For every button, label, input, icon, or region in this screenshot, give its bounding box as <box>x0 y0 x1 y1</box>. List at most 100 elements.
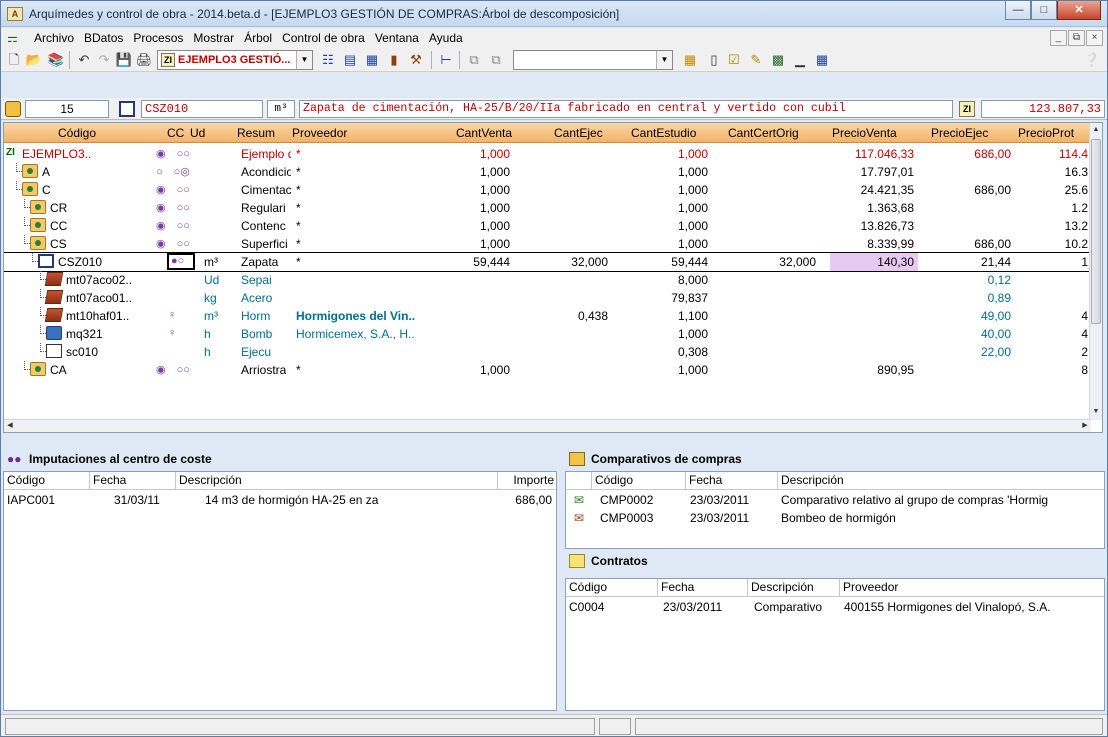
col-proveedor[interactable]: Proveedor <box>292 126 347 140</box>
table-row[interactable]: mt07aco02.. Ud Sepai 8,000 0,12 <box>4 271 1091 289</box>
highlight-icon[interactable]: ▦ <box>681 51 699 69</box>
open-folder-icon[interactable]: 📂 <box>25 51 43 69</box>
col-cantejec[interactable]: CantEjec <box>554 126 603 140</box>
material-icon[interactable] <box>44 308 64 322</box>
comparativos-table[interactable]: Código Fecha Descripción ✉ CMP0002 23/03… <box>565 471 1105 549</box>
menu-procesos[interactable]: Procesos <box>128 31 188 45</box>
close-button[interactable]: ✕ <box>1057 1 1101 20</box>
col-precioprot[interactable]: PrecioProt <box>1018 126 1074 140</box>
chevron-down-icon[interactable]: ▼ <box>656 51 672 69</box>
col-cantventa[interactable]: CantVenta <box>456 126 512 140</box>
cost-center-icon[interactable]: ◉ ○○ <box>156 363 190 376</box>
col-precioventa[interactable]: PrecioVenta <box>832 126 897 140</box>
link-icon[interactable]: ▯ <box>705 51 723 69</box>
cost-center-icon[interactable]: ◉ ○○ <box>156 237 190 250</box>
con-col-fecha[interactable]: Fecha <box>658 579 748 597</box>
copy-icon[interactable]: ⧉ <box>465 51 483 69</box>
maximize-button[interactable]: □ <box>1031 1 1057 20</box>
new-file-icon[interactable]: 🗋 <box>5 51 23 69</box>
chevron-down-icon[interactable]: ▼ <box>296 51 312 69</box>
scroll-up-icon[interactable]: ▲ <box>1090 123 1102 137</box>
col-resum[interactable]: Resum <box>237 126 275 140</box>
print-icon[interactable]: 🖨 <box>135 51 153 69</box>
cost-center-icon[interactable]: ○ ○◎ <box>156 165 190 178</box>
code-field[interactable]: CSZ010 <box>141 100 263 118</box>
unit-field[interactable]: m³ <box>267 100 295 118</box>
folder-icon[interactable] <box>30 200 46 214</box>
grid-vertical-scrollbar[interactable]: ▲ ▼ <box>1089 123 1102 420</box>
mdi-restore-button[interactable]: ⧉ <box>1068 30 1085 46</box>
cmp-col-fecha[interactable]: Fecha <box>686 472 778 490</box>
col-cc[interactable]: CC <box>167 126 184 140</box>
cost-center-icon[interactable]: ◉ ○○ <box>156 183 190 196</box>
chapter-icon[interactable] <box>38 254 54 268</box>
scroll-right-icon[interactable]: ▶ <box>1079 420 1091 432</box>
grid-horizontal-scrollbar[interactable]: ◀ ▶ <box>4 419 1091 432</box>
price-type-icon[interactable]: ZI <box>959 101 975 117</box>
help-icon[interactable]: ❔ <box>1083 51 1101 69</box>
measurement-icon[interactable]: ▮ <box>385 51 403 69</box>
cost-center-icon[interactable]: ♀ <box>168 327 176 339</box>
contratos-table[interactable]: Código Fecha Descripción Proveedor C0004… <box>565 578 1105 711</box>
mdi-close-button[interactable]: × <box>1086 30 1103 46</box>
menu-ayuda[interactable]: Ayuda <box>424 31 468 45</box>
summary-field[interactable]: Zapata de cimentación, HA-25/B/20/IIa fa… <box>299 100 953 118</box>
menu-bdatos[interactable]: BDatos <box>79 31 128 45</box>
col-cantcertorig[interactable]: CantCertOrig <box>728 126 799 140</box>
table-icon[interactable]: ▦ <box>813 51 831 69</box>
table-row[interactable]: ZI EJEMPLO3.. ◉ ○○ Ejemplo de * 1,000 1,000 117… <box>4 145 1091 163</box>
col-ud[interactable]: Ud <box>190 126 205 140</box>
paste-icon[interactable]: ⧉ <box>487 51 505 69</box>
cost-center-icon[interactable]: ♀ <box>168 309 176 321</box>
imp-col-importe[interactable]: Importe <box>498 472 556 490</box>
col-precioejec[interactable]: PrecioEjec <box>931 126 988 140</box>
total-field[interactable]: 123.807,33 <box>981 100 1105 118</box>
machinery-icon[interactable] <box>46 326 62 340</box>
imp-col-codigo[interactable]: Código <box>4 472 90 490</box>
cost-center-icon[interactable]: ◉ ○○ <box>156 219 190 232</box>
col-codigo[interactable]: Código <box>58 126 96 140</box>
filter-selector[interactable]: ▼ <box>513 50 673 70</box>
cost-center-icon[interactable]: ◉ ○○ <box>156 201 190 214</box>
mdi-minimize-button[interactable]: _ <box>1050 30 1067 46</box>
cmp-col-codigo[interactable]: Código <box>592 472 686 490</box>
structure-icon[interactable]: ▤ <box>341 51 359 69</box>
material-icon[interactable] <box>44 290 64 304</box>
scroll-left-icon[interactable]: ◀ <box>4 420 16 432</box>
folder-icon[interactable] <box>30 236 46 250</box>
undo-icon[interactable]: ↶ <box>75 51 93 69</box>
table-row[interactable]: CSZ010 ●○ m³ Zapata * 59,444 32,000 59,444 32,00… <box>4 252 1092 272</box>
edit-icon[interactable]: ✎ <box>747 51 765 69</box>
folder-icon[interactable] <box>30 362 46 376</box>
con-col-descripcion[interactable]: Descripción <box>748 579 840 597</box>
table-row[interactable]: A ○ ○◎ Acondicioi * 1,000 1,000 17.797,01 16.3 <box>4 163 1091 181</box>
table-row[interactable]: mt10haf01.. ♀ m³ Horm Hormigones del Vin.. 0,… <box>4 307 1091 325</box>
col-cantestudio[interactable]: CantEstudio <box>631 126 696 140</box>
minimize-button[interactable]: — <box>1005 1 1031 20</box>
redo-icon[interactable]: ↷ <box>95 51 113 69</box>
folder-icon[interactable] <box>22 164 38 178</box>
table-row[interactable]: CS ◉ ○○ Superfici * 1,000 1,000 8.339,99 686,00… <box>4 235 1091 253</box>
tree-view-icon[interactable]: ☷ <box>319 51 337 69</box>
scroll-down-icon[interactable]: ▼ <box>1090 405 1102 419</box>
folder-icon[interactable] <box>22 182 38 196</box>
con-col-codigo[interactable]: Código <box>566 579 658 597</box>
menu-archivo[interactable]: Archivo <box>29 31 79 45</box>
imp-col-descripcion[interactable]: Descripción <box>176 472 498 490</box>
calculator-icon[interactable]: ▦ <box>363 51 381 69</box>
open-recent-icon[interactable]: 📚 <box>47 51 65 69</box>
chart-icon[interactable]: ▁ <box>791 51 809 69</box>
cost-center-icon[interactable]: ◉ ○○ <box>156 147 190 160</box>
save-icon[interactable]: 💾 <box>115 51 133 69</box>
menu-ventana[interactable]: Ventana <box>370 31 424 45</box>
menu-control-de-obra[interactable]: Control de obra <box>277 31 370 45</box>
document-icon[interactable]: ▩ <box>769 51 787 69</box>
material-icon[interactable] <box>44 272 64 286</box>
labor-icon[interactable] <box>46 344 62 358</box>
table-row[interactable]: C ◉ ○○ Cimentaci * 1,000 1,000 24.421,35 686,00… <box>4 181 1091 199</box>
table-row[interactable]: mq321 ♀ h Bomb Hormicemex, S.A., H.. 1,000 40,… <box>4 325 1091 343</box>
table-row[interactable]: CR ◉ ○○ Regulari * 1,000 1,000 1.363,68 1.2 <box>4 199 1091 217</box>
hierarchy-icon[interactable]: ⊢ <box>437 51 455 69</box>
table-row[interactable]: sc010 h Ejecu 0,308 22,00 2 <box>4 343 1091 361</box>
tools-icon[interactable]: ⚒ <box>407 51 425 69</box>
